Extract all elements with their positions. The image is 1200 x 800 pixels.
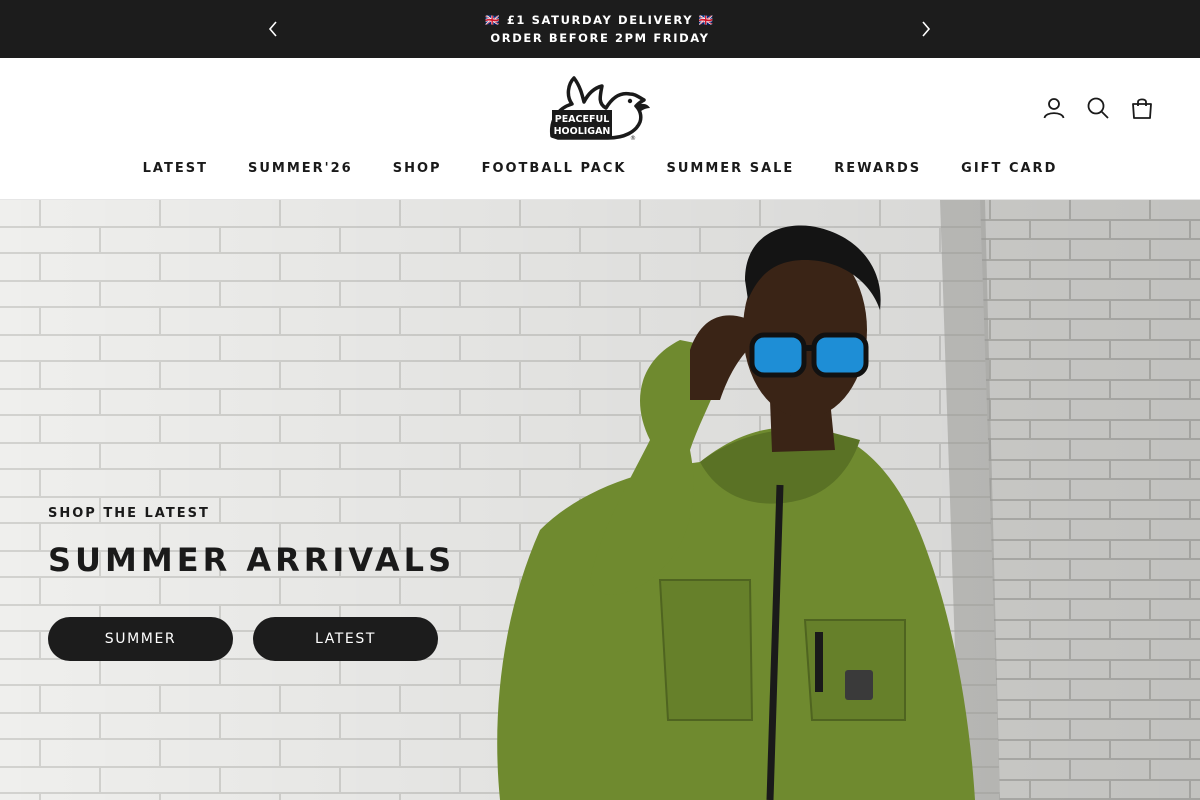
cart-bag-icon (1132, 98, 1152, 119)
search-button[interactable] (1086, 96, 1110, 120)
chevron-left-icon (268, 21, 277, 37)
hero-banner: SHOP THE LATEST SUMMER ARRIVALS SUMMER L… (0, 200, 1200, 800)
nav-item-rewards[interactable]: REWARDS (834, 161, 921, 176)
announcement-bar: 🇬🇧 £1 SATURDAY DELIVERY 🇬🇧 ORDER BEFORE … (0, 0, 1200, 58)
hero-title: SUMMER ARRIVALS (48, 541, 456, 579)
nav-item-football-pack[interactable]: FOOTBALL PACK (482, 161, 627, 176)
chevron-right-icon (922, 21, 931, 37)
logo-text-line-1: PEACEFUL (555, 114, 610, 125)
hero-text-block: SHOP THE LATEST SUMMER ARRIVALS (48, 506, 455, 579)
hero-buttons: SUMMER LATEST (48, 617, 438, 661)
previous-announcement-button[interactable] (263, 18, 283, 40)
cart-button[interactable] (1130, 96, 1154, 120)
nav-item-summer-26[interactable]: SUMMER'26 (248, 161, 353, 176)
nav-item-gift-card[interactable]: GIFT CARD (961, 161, 1057, 176)
announcement-line-2: ORDER BEFORE 2PM FRIDAY (490, 31, 710, 45)
account-button[interactable] (1042, 96, 1066, 120)
search-icon (1087, 97, 1109, 119)
hero-image (0, 200, 1200, 800)
svg-text:®: ® (630, 135, 636, 142)
logo-text-line-2: HOOLIGAN (554, 126, 611, 137)
hero-kicker: SHOP THE LATEST (48, 506, 210, 521)
announcement-line-1: 🇬🇧 £1 SATURDAY DELIVERY 🇬🇧 (485, 13, 715, 27)
nav-item-latest[interactable]: LATEST (143, 161, 208, 176)
latest-button[interactable]: LATEST (253, 617, 438, 661)
header-actions (1042, 96, 1154, 120)
brand-logo[interactable]: PEACEFUL HOOLIGAN ® (548, 76, 652, 142)
summer-button[interactable]: SUMMER (48, 617, 233, 661)
site-header: PEACEFUL HOOLIGAN ® LATEST SUMMER'26 SHO… (0, 58, 1200, 200)
next-announcement-button[interactable] (916, 18, 936, 40)
main-navigation: LATEST SUMMER'26 SHOP FOOTBALL PACK SUMM… (0, 161, 1200, 176)
nav-item-summer-sale[interactable]: SUMMER SALE (667, 161, 795, 176)
nav-item-shop[interactable]: SHOP (393, 161, 442, 176)
account-icon (1043, 98, 1065, 119)
